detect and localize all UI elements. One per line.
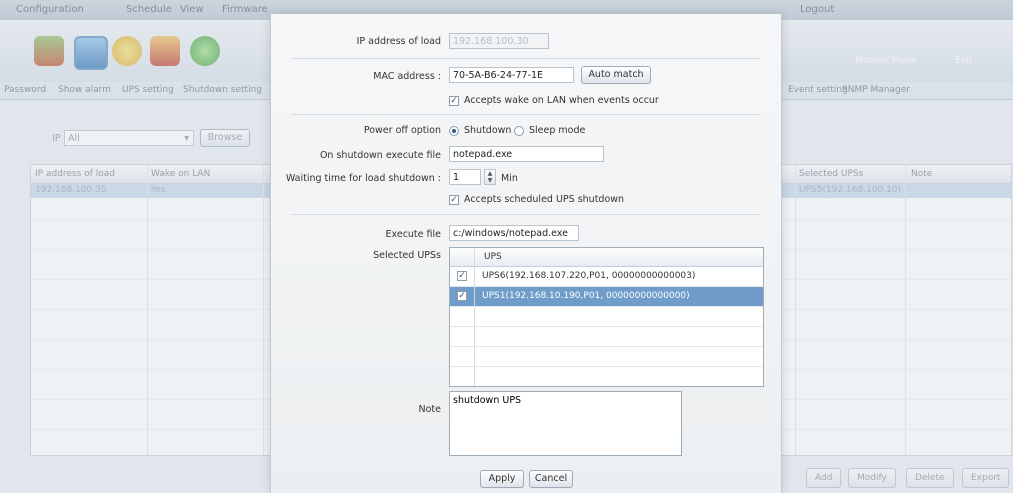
ups-table-header: UPS	[450, 248, 763, 267]
ups-row-checkbox[interactable]: ✓	[457, 291, 467, 301]
ups-row-2[interactable]: ✓ UPS1(192.168.10.190,P01, 0000000000000…	[450, 287, 763, 307]
wol-checkbox[interactable]: ✓	[449, 96, 459, 106]
wait-field[interactable]: 1	[449, 169, 481, 185]
shutdown-exec-label: On shutdown execute file	[319, 150, 441, 161]
auto-match-button[interactable]: Auto match	[581, 66, 651, 84]
ups-column-header[interactable]: UPS	[484, 252, 502, 262]
accept-sched-checkbox[interactable]: ✓	[449, 195, 459, 205]
exec-file-label: Execute file	[385, 229, 441, 240]
sleep-mode-radio-label: Sleep mode	[529, 125, 586, 136]
ups-row-empty	[450, 307, 763, 327]
power-off-label: Power off option	[363, 125, 441, 136]
wait-unit: Min	[501, 173, 518, 184]
mac-label: MAC address :	[373, 71, 441, 82]
shutdown-exec-field[interactable]: notepad.exe	[449, 146, 604, 162]
ups-table: UPS ✓ UPS6(192.168.107.220,P01, 00000000…	[449, 247, 764, 387]
shutdown-radio[interactable]	[449, 126, 459, 136]
accept-sched-label: Accepts scheduled UPS shutdown	[464, 194, 625, 205]
ups-row-name: UPS6(192.168.107.220,P01, 00000000000003…	[482, 271, 696, 281]
wol-checkbox-label: Accepts wake on LAN when events occur	[464, 95, 659, 106]
divider	[291, 58, 761, 59]
ups-row-checkbox[interactable]: ✓	[457, 271, 467, 281]
ip-field[interactable]: 192.168.100.30	[449, 33, 549, 49]
load-settings-dialog: IP address of load 192.168.100.30 MAC ad…	[270, 14, 782, 493]
note-label: Note	[418, 404, 442, 415]
cancel-button[interactable]: Cancel	[529, 470, 573, 488]
ups-row-1[interactable]: ✓ UPS6(192.168.107.220,P01, 000000000000…	[450, 267, 763, 287]
apply-button[interactable]: Apply	[480, 470, 524, 488]
selected-ups-label: Selected UPSs	[373, 250, 441, 261]
sleep-mode-radio[interactable]	[514, 126, 524, 136]
ip-label: IP address of load	[356, 36, 441, 47]
exec-file-field[interactable]: c:/windows/notepad.exe	[449, 225, 579, 241]
note-textarea[interactable]	[449, 391, 682, 456]
wait-label: Waiting time for load shutdown :	[285, 173, 441, 184]
divider	[291, 114, 761, 115]
ups-row-empty	[450, 327, 763, 347]
ups-col-divider	[474, 248, 475, 386]
shutdown-radio-label: Shutdown	[464, 125, 512, 136]
wait-spinner[interactable]: ▲ ▼	[484, 169, 496, 185]
ups-row-name: UPS1(192.168.10.190,P01, 00000000000000)	[482, 291, 690, 301]
divider	[291, 214, 761, 215]
mac-field[interactable]: 70-5A-B6-24-77-1E	[449, 67, 574, 83]
ups-row-empty	[450, 347, 763, 367]
